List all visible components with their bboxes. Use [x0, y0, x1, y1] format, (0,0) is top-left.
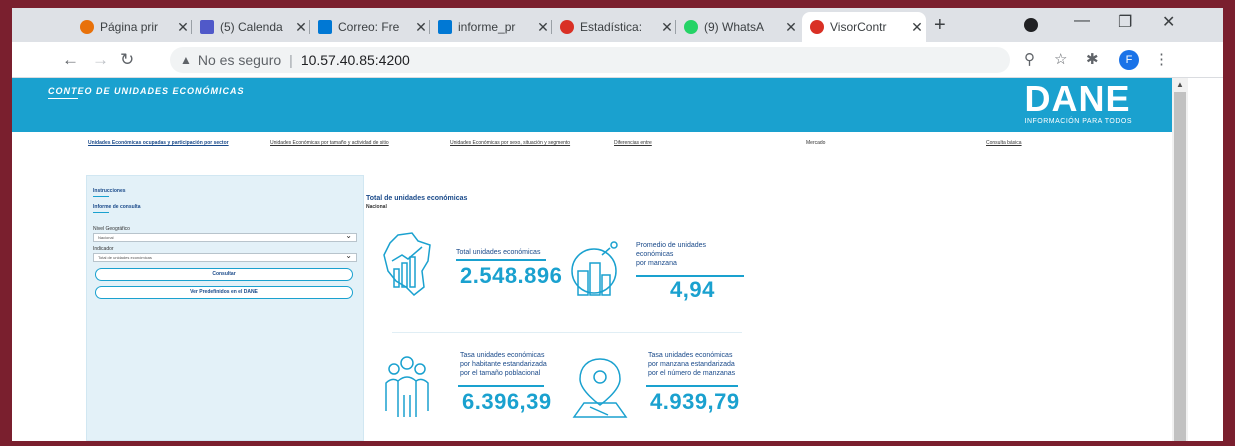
kpi-rate-population-value: 6.396,39 [462, 389, 552, 414]
teams-icon [200, 20, 214, 34]
chevron-down-icon: ⌄ [345, 231, 352, 240]
kpi-total-value: 2.548.896 [460, 263, 563, 288]
tab-pagina-principal[interactable]: Página prir ✕ [72, 12, 192, 42]
kpi-rate-population-label: Tasa unidades económicas por habitante e… [460, 352, 547, 377]
instructions-link[interactable]: Instrucciones [93, 188, 126, 194]
close-icon[interactable]: ✕ [782, 19, 800, 36]
dane-logo[interactable]: DANE INFORMACIÓN PARA TODOS [1025, 80, 1132, 126]
menu-item-consulta[interactable]: Consulta básica [986, 140, 1022, 146]
outlook-icon [318, 20, 332, 34]
location-pin-icon [572, 358, 628, 418]
outlook-icon [438, 20, 452, 34]
indicator-select[interactable]: Total de unidades económicas ⌄ [93, 251, 357, 262]
buildings-icon [571, 241, 618, 296]
kpi-rate-block-value: 4.939,79 [650, 389, 740, 414]
section-menu: Unidades Económicas ocupadas y participa… [12, 140, 1172, 156]
level-select[interactable]: Nacional ⌄ [93, 231, 357, 242]
close-icon[interactable]: ✕ [908, 19, 926, 36]
window-close-button[interactable]: ✕ [1162, 12, 1175, 32]
colombia-map-chart-icon [383, 232, 431, 297]
report-link[interactable]: Informe de consulta [93, 204, 141, 210]
chevron-down-icon: ⌄ [345, 251, 352, 260]
zoom-icon[interactable]: ⚲ [1024, 50, 1035, 68]
menu-item-tamano[interactable]: Unidades Económicas por tamaño y activid… [270, 140, 389, 146]
tab-visor[interactable]: VisorContr ✕ [802, 12, 926, 42]
app-icon [560, 20, 574, 34]
kpi-average-value: 4,94 [670, 277, 715, 302]
office-icon [80, 20, 94, 34]
back-icon[interactable]: ← [62, 50, 79, 70]
tab-calendar[interactable]: (5) Calenda ✕ [192, 12, 310, 42]
reload-icon[interactable]: ↻ [120, 50, 134, 70]
warning-icon: ▲ [180, 53, 192, 67]
close-icon[interactable]: ✕ [174, 19, 192, 36]
menu-item-sexo[interactable]: Unidades Económicas por sexo, situación … [450, 140, 570, 146]
level-label: Nivel Geográfico [93, 226, 130, 232]
reset-button[interactable]: Ver Predefinidos en el DANE [95, 286, 353, 299]
avatar[interactable]: F [1119, 50, 1139, 70]
new-tab-button[interactable]: + [934, 14, 946, 37]
forward-icon[interactable]: → [92, 50, 109, 70]
extensions-icon[interactable]: ✱ [1086, 50, 1099, 68]
tab-estadisticas[interactable]: Estadística: ✕ [552, 12, 676, 42]
tab-bar: Página prir ✕ (5) Calenda ✕ Correo: Fre … [12, 8, 1223, 42]
kpi-average-label: Promedio de unidades económicas por manz… [636, 242, 707, 267]
close-icon[interactable]: ✕ [412, 19, 430, 36]
address-bar: ← → ↻ ▲ No es seguro | 10.57.40.85:4200 … [12, 42, 1223, 78]
menu-item-mercado[interactable]: Mercado [806, 140, 825, 146]
kpi-rate-block-label: Tasa unidades económicas por manzana est… [648, 352, 736, 377]
app-icon [810, 20, 824, 34]
results-panel: Total de unidades económicas Nacional To… [364, 175, 744, 441]
filter-sidebar: Instrucciones Informe de consulta Nivel … [86, 175, 364, 441]
tab-whatsapp[interactable]: (9) WhatsA ✕ [676, 12, 800, 42]
whatsapp-icon [684, 20, 698, 34]
scrollbar[interactable]: ▲ [1172, 78, 1188, 441]
menu-item-diferencias[interactable]: Diferencias entre [614, 140, 652, 146]
kpi-total-label: Total unidades económicas [456, 249, 541, 256]
restore-button[interactable]: ❐ [1118, 12, 1132, 32]
menu-icon[interactable]: ⋮ [1154, 50, 1169, 68]
menu-item-ocupadas[interactable]: Unidades Económicas ocupadas y participa… [88, 140, 229, 146]
tab-correo[interactable]: Correo: Fre ✕ [310, 12, 430, 42]
scrollbar-thumb[interactable] [1174, 92, 1186, 441]
star-icon[interactable]: ☆ [1054, 50, 1067, 68]
scroll-up-icon[interactable]: ▲ [1176, 80, 1184, 89]
tab-informe[interactable]: informe_pr ✕ [430, 12, 552, 42]
close-icon[interactable]: ✕ [658, 19, 676, 36]
consult-button[interactable]: Consultar [95, 268, 353, 281]
tab-search-icon[interactable] [1024, 18, 1038, 32]
page-title: CONTEO DE UNIDADES ECONÓMICAS [48, 86, 245, 96]
page-header: CONTEO DE UNIDADES ECONÓMICAS DANE INFOR… [12, 78, 1172, 132]
close-icon[interactable]: ✕ [292, 19, 310, 36]
url-text: 10.57.40.85:4200 [300, 52, 410, 68]
people-group-icon [385, 356, 429, 417]
omnibox[interactable]: ▲ No es seguro | 10.57.40.85:4200 [170, 47, 1010, 73]
results-subtitle: Nacional [366, 204, 387, 210]
browser-window: Página prir ✕ (5) Calenda ✕ Correo: Fre … [12, 8, 1223, 441]
indicator-label: Indicador [93, 246, 114, 252]
minimize-button[interactable]: — [1074, 12, 1090, 30]
results-title: Total de unidades económicas [366, 195, 468, 202]
close-icon[interactable]: ✕ [534, 19, 552, 36]
